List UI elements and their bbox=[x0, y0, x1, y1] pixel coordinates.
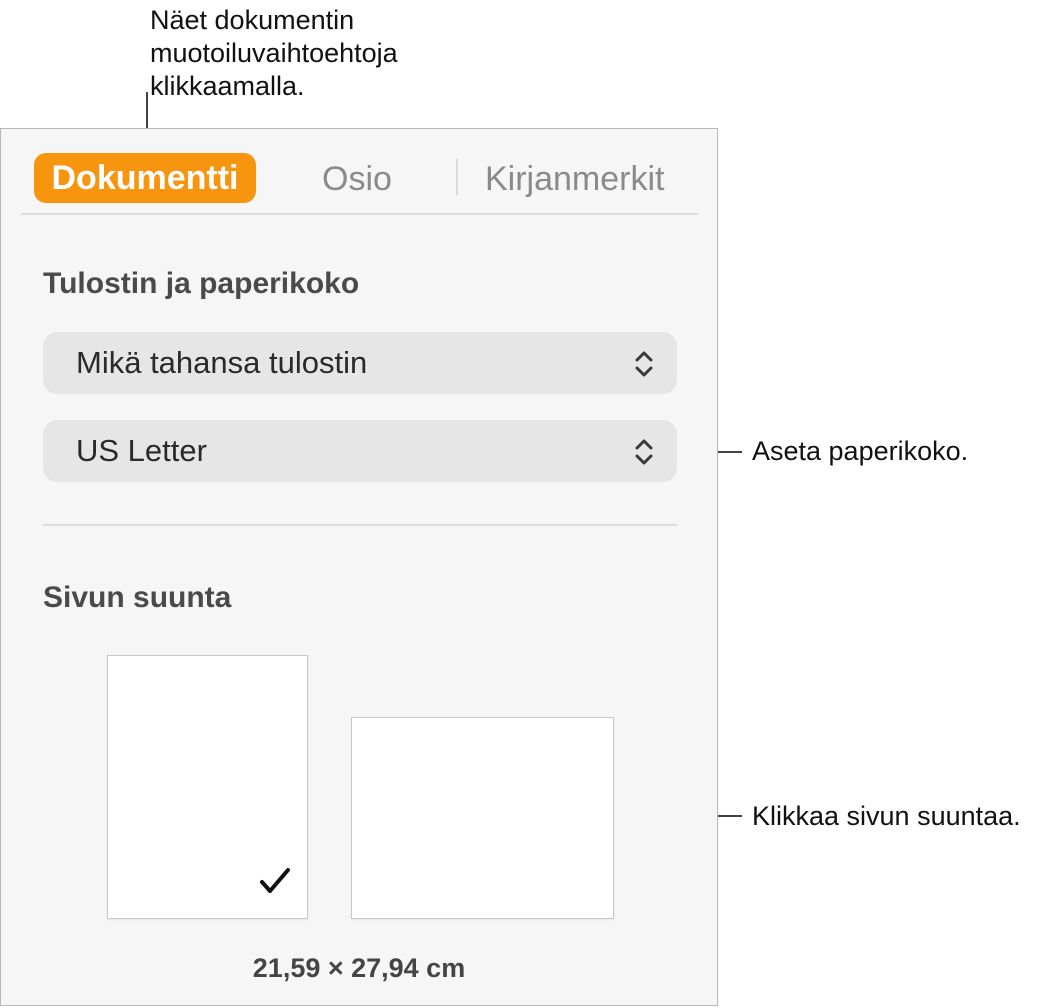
paper-size-popup[interactable]: US Letter bbox=[43, 420, 677, 482]
paper-size-popup-value: US Letter bbox=[76, 433, 207, 468]
portrait-orientation-button[interactable] bbox=[107, 655, 308, 919]
callout-paper-size: Aseta paperikoko. bbox=[752, 436, 969, 466]
callout-tabs-line-1: Näet dokumentin bbox=[150, 5, 355, 35]
chevron-up-down-icon bbox=[635, 439, 653, 465]
printer-paper-heading: Tulostin ja paperikoko bbox=[43, 267, 360, 300]
landscape-orientation-button[interactable] bbox=[351, 717, 614, 919]
checkmark-icon bbox=[260, 868, 290, 893]
chevron-up-down-icon bbox=[635, 351, 653, 377]
tab-bar-divider bbox=[21, 213, 698, 215]
tab-section[interactable]: Osio bbox=[322, 154, 392, 204]
document-inspector-panel: Dokumentti Osio Kirjanmerkit Tulostin ja… bbox=[0, 128, 718, 1006]
callout-tabs: Näet dokumentin muotoiluvaihtoehtoja kli… bbox=[150, 4, 398, 103]
printer-popup-value: Mikä tahansa tulostin bbox=[76, 345, 368, 380]
section-divider bbox=[43, 524, 677, 526]
tab-bookmarks[interactable]: Kirjanmerkit bbox=[485, 154, 664, 204]
orientation-heading: Sivun suunta bbox=[43, 581, 232, 614]
callout-tabs-line-3: klikkaamalla. bbox=[150, 71, 305, 101]
callout-tabs-line-2: muotoiluvaihtoehtoja bbox=[150, 38, 398, 68]
printer-popup[interactable]: Mikä tahansa tulostin bbox=[43, 332, 677, 394]
tab-document[interactable]: Dokumentti bbox=[34, 153, 256, 203]
callout-orientation: Klikkaa sivun suuntaa. bbox=[752, 801, 1021, 831]
tab-divider bbox=[456, 159, 458, 195]
page-dimensions: 21,59 × 27,94 cm bbox=[252, 953, 466, 983]
